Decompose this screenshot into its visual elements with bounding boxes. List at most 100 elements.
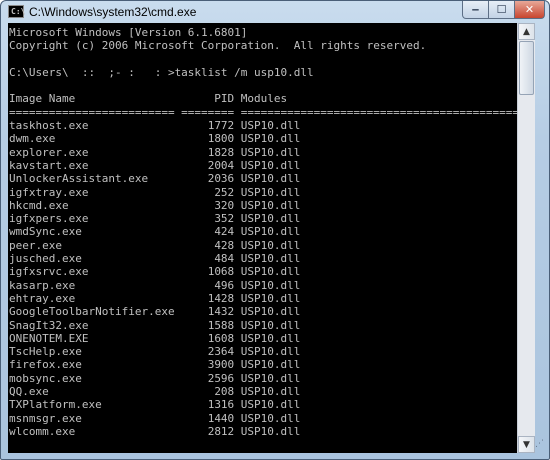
process-row: msnmsgr.exe 1440 USP10.dll — [9, 412, 517, 425]
process-row: hkcmd.exe 320 USP10.dll — [9, 199, 517, 212]
process-modules: USP10.dll — [234, 398, 301, 412]
cmd-app-icon-text: C:\ — [11, 7, 26, 16]
process-image-name: QQ.exe — [9, 385, 175, 399]
process-pid: 3900 — [174, 358, 235, 372]
process-row: UnlockerAssistant.exe 2036 USP10.dll — [9, 172, 517, 185]
process-image-name: igfxsrvc.exe — [9, 265, 175, 279]
process-row: QQ.exe 208 USP10.dll — [9, 385, 517, 398]
process-modules: USP10.dll — [234, 345, 301, 359]
process-row: SnagIt32.exe 1588 USP10.dll — [9, 319, 517, 332]
process-image-name: jusched.exe — [9, 252, 175, 266]
console-header-line — [9, 53, 517, 66]
process-modules: USP10.dll — [234, 358, 301, 372]
process-pid: 1068 — [174, 265, 235, 279]
process-pid: 424 — [174, 225, 235, 239]
process-pid: 1828 — [174, 145, 235, 159]
process-row: igfxtray.exe 252 USP10.dll — [9, 186, 517, 199]
process-modules: USP10.dll — [234, 158, 301, 172]
console-header-line: Microsoft Windows [Version 6.1.6801] — [9, 26, 248, 39]
separator-line: ========================= ======== =====… — [9, 105, 517, 119]
scroll-up-button[interactable]: ▲ — [518, 23, 535, 40]
process-modules: USP10.dll — [234, 185, 301, 199]
column-header-line: Image Name PID Modules — [9, 92, 288, 106]
process-pid: 2036 — [174, 172, 235, 186]
process-image-name: peer.exe — [9, 238, 175, 252]
process-pid: 1316 — [174, 398, 235, 412]
process-modules: USP10.dll — [234, 145, 301, 159]
process-modules: USP10.dll — [234, 238, 301, 252]
console-lines: Microsoft Windows [Version 6.1.6801] Copy… — [9, 26, 517, 438]
process-image-name: dwm.exe — [9, 132, 175, 146]
process-image-name: kavstart.exe — [9, 158, 175, 172]
process-pid: 208 — [174, 385, 235, 399]
process-modules: USP10.dll — [234, 265, 301, 279]
process-pid: 1608 — [174, 331, 235, 345]
process-modules: USP10.dll — [234, 278, 301, 292]
process-modules: USP10.dll — [234, 212, 301, 226]
console-header-line: Copyright (c) 2006 Microsoft Corporation… — [9, 39, 427, 53]
cmd-app-icon[interactable]: C:\ — [8, 5, 26, 18]
process-modules: USP10.dll — [234, 252, 301, 266]
process-image-name: kasarp.exe — [9, 278, 175, 292]
process-row: ONENOTEM.EXE 1608 USP10.dll — [9, 332, 517, 345]
process-row: kavstart.exe 2004 USP10.dll — [9, 159, 517, 172]
process-modules: USP10.dll — [234, 119, 301, 133]
process-pid: 2364 — [174, 345, 235, 359]
process-row: kasarp.exe 496 USP10.dll — [9, 279, 517, 292]
process-pid: 1588 — [174, 318, 235, 332]
console-header-line — [9, 79, 517, 92]
process-image-name: TscHelp.exe — [9, 345, 175, 359]
command-prompt-line: C:\Users\ :: ;- : : >tasklist /m usp10.d… — [9, 65, 314, 79]
process-pid: 2596 — [174, 371, 235, 385]
process-pid: 2812 — [174, 424, 235, 438]
process-pid: 1440 — [174, 411, 235, 425]
process-image-name: TXPlatform.exe — [9, 398, 175, 412]
process-modules: USP10.dll — [234, 371, 301, 385]
console-output[interactable]: Microsoft Windows [Version 6.1.6801] Copy… — [8, 23, 517, 453]
process-image-name: SnagIt32.exe — [9, 318, 175, 332]
process-pid: 2004 — [174, 158, 235, 172]
process-modules: USP10.dll — [234, 318, 301, 332]
close-button[interactable]: ✕ — [514, 1, 545, 19]
process-image-name: hkcmd.exe — [9, 198, 175, 212]
process-row: mobsync.exe 2596 USP10.dll — [9, 372, 517, 385]
process-row: ehtray.exe 1428 USP10.dll — [9, 292, 517, 305]
process-image-name: msnmsgr.exe — [9, 411, 175, 425]
process-image-name: wmdSync.exe — [9, 225, 175, 239]
process-row: igfxpers.exe 352 USP10.dll — [9, 212, 517, 225]
process-pid: 352 — [174, 212, 235, 226]
process-modules: USP10.dll — [234, 291, 301, 305]
process-row: GoogleToolbarNotifier.exe 1432 USP10.dll — [9, 305, 517, 318]
process-image-name: taskhost.exe — [9, 119, 175, 133]
process-pid: 1772 — [174, 119, 235, 133]
process-pid: 1428 — [174, 291, 235, 305]
process-image-name: GoogleToolbarNotifier.exe — [9, 305, 175, 319]
process-image-name: wlcomm.exe — [9, 424, 175, 438]
scroll-thumb[interactable] — [519, 41, 534, 95]
process-row: wlcomm.exe 2812 USP10.dll — [9, 425, 517, 438]
process-modules: USP10.dll — [234, 411, 301, 425]
minimize-button[interactable]: ‒ — [462, 1, 489, 19]
process-row: TXPlatform.exe 1316 USP10.dll — [9, 398, 517, 411]
process-pid: 1800 — [174, 132, 235, 146]
process-row: igfxsrvc.exe 1068 USP10.dll — [9, 265, 517, 278]
process-image-name: UnlockerAssistant.exe — [9, 172, 175, 186]
process-modules: USP10.dll — [234, 132, 301, 146]
process-row: firefox.exe 3900 USP10.dll — [9, 358, 517, 371]
resize-grip[interactable]: ⋰ — [535, 439, 547, 453]
process-image-name: igfxtray.exe — [9, 185, 175, 199]
process-row: dwm.exe 1800 USP10.dll — [9, 132, 517, 145]
process-image-name: mobsync.exe — [9, 371, 175, 385]
process-row: TscHelp.exe 2364 USP10.dll — [9, 345, 517, 358]
cmd-window: C:\ C:\Windows\system32\cmd.exe ‒ ☐ ✕ Mi… — [0, 0, 550, 460]
scroll-down-button[interactable]: ▼ — [518, 436, 535, 453]
process-modules: USP10.dll — [234, 385, 301, 399]
process-row: explorer.exe 1828 USP10.dll — [9, 146, 517, 159]
process-image-name: explorer.exe — [9, 145, 175, 159]
process-modules: USP10.dll — [234, 198, 301, 212]
process-row: jusched.exe 484 USP10.dll — [9, 252, 517, 265]
process-pid: 428 — [174, 238, 235, 252]
vertical-scrollbar[interactable]: ▲ ▼ — [517, 23, 535, 453]
process-modules: USP10.dll — [234, 331, 301, 345]
maximize-button[interactable]: ☐ — [488, 1, 515, 19]
